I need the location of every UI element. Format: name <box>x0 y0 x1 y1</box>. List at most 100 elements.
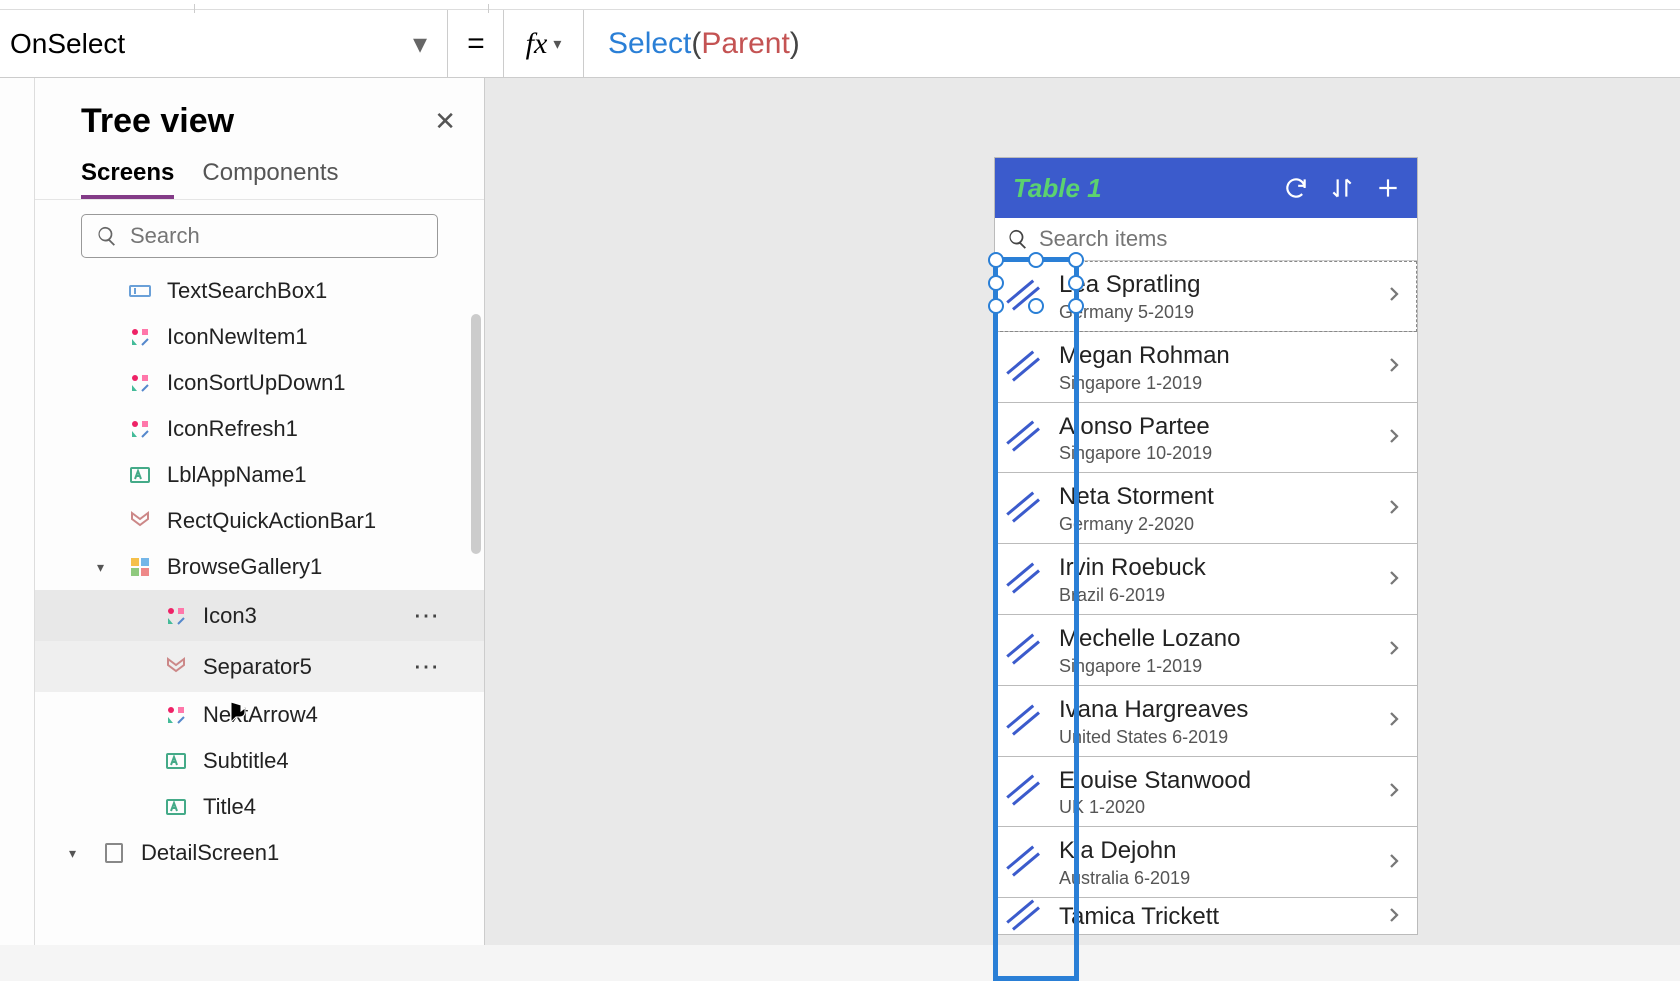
tree-list: TextSearchBox1 IconNewItem1 IconSortUpDown… <box>35 268 484 945</box>
icon-grp-icon <box>127 416 153 442</box>
item-title: Lea Spratling <box>1059 271 1369 300</box>
tree-item-label: Title4 <box>203 794 256 820</box>
refresh-icon[interactable] <box>1281 173 1311 203</box>
tree-item-icon3[interactable]: Icon3 ⋯ <box>35 590 484 641</box>
close-icon[interactable]: ✕ <box>434 106 456 137</box>
pencil-icon <box>1009 421 1043 455</box>
item-title: Neta Storment <box>1059 483 1369 512</box>
tree-item-label: IconNewItem1 <box>167 324 308 350</box>
tree-item-detailscreen1[interactable]: ▾ DetailScreen1 <box>35 830 484 876</box>
pencil-icon <box>1009 900 1043 934</box>
icon-grp-icon <box>127 324 153 350</box>
add-icon[interactable] <box>1373 173 1403 203</box>
chevron-right-icon <box>1385 639 1403 662</box>
gallery-item[interactable]: Mechelle LozanoSingapore 1-2019 <box>995 615 1417 686</box>
gallery-item[interactable]: Alonso ParteeSingapore 10-2019 <box>995 403 1417 474</box>
icon-grp-icon <box>127 370 153 396</box>
item-title: Ivana Hargreaves <box>1059 696 1369 725</box>
tree-item-separator5[interactable]: Separator5⋯ <box>35 641 484 692</box>
tree-item-label: Icon3 <box>203 603 257 629</box>
pencil-icon <box>1009 563 1043 597</box>
tree-item-title4[interactable]: Title4 <box>35 784 484 830</box>
label-icon <box>127 462 153 488</box>
pencil-icon <box>1009 705 1043 739</box>
chevron-down-icon[interactable]: ▾ <box>69 845 76 862</box>
tree-item-label: BrowseGallery1 <box>167 554 322 580</box>
gallery-icon <box>127 554 153 580</box>
browse-gallery: Lea SpratlingGermany 5-2019Megan RohmanS… <box>995 261 1417 934</box>
item-subtitle: Singapore 1-2019 <box>1059 656 1369 677</box>
chevron-right-icon <box>1385 906 1403 929</box>
gallery-item[interactable]: Elouise StanwoodUK 1-2020 <box>995 757 1417 828</box>
search-icon <box>96 225 118 247</box>
chevron-right-icon <box>1385 285 1403 308</box>
gallery-item[interactable]: Tamica Trickett <box>995 898 1417 934</box>
sort-icon[interactable] <box>1327 173 1357 203</box>
icon-grp-icon <box>163 702 189 728</box>
search-input[interactable] <box>130 223 423 249</box>
left-rail <box>0 78 35 945</box>
item-title: Elouise Stanwood <box>1059 767 1369 796</box>
tree-item-textsearchbox1[interactable]: TextSearchBox1 <box>35 268 484 314</box>
ribbon-tab-strip <box>0 0 1680 10</box>
tree-view-panel: Tree view ✕ Screens Components TextSearc… <box>35 78 485 945</box>
tree-item-iconnewitem1[interactable]: IconNewItem1 <box>35 314 484 360</box>
gallery-item[interactable]: Megan RohmanSingapore 1-2019 <box>995 332 1417 403</box>
tree-item-nextarrow4[interactable]: NextArrow4 <box>35 692 484 738</box>
chevron-down-icon: ▾ <box>413 27 427 60</box>
tree-item-label: IconSortUpDown1 <box>167 370 346 396</box>
text-input-icon <box>127 278 153 304</box>
gallery-item[interactable]: Irvin RoebuckBrazil 6-2019 <box>995 544 1417 615</box>
item-subtitle: United States 6-2019 <box>1059 727 1369 748</box>
chevron-right-icon <box>1385 710 1403 733</box>
tree-item-subtitle4[interactable]: Subtitle4 <box>35 738 484 784</box>
tab-components[interactable]: Components <box>202 159 338 199</box>
tree-item-label: DetailScreen1 <box>141 840 279 866</box>
tree-item-label: Subtitle4 <box>203 748 289 774</box>
item-subtitle: Brazil 6-2019 <box>1059 585 1369 606</box>
selection-handles[interactable] <box>990 254 1082 312</box>
tree-item-lblappname1[interactable]: LblAppName1 <box>35 452 484 498</box>
shape-icon <box>163 654 189 680</box>
app-header: Table 1 <box>995 158 1417 218</box>
tree-search-box[interactable] <box>81 214 438 258</box>
item-title: Megan Rohman <box>1059 342 1369 371</box>
pencil-icon <box>1009 846 1043 880</box>
label-icon <box>163 794 189 820</box>
tree-view-title: Tree view <box>81 102 234 141</box>
gallery-item[interactable]: Kia DejohnAustralia 6-2019 <box>995 827 1417 898</box>
gallery-item[interactable]: Neta StormentGermany 2-2020 <box>995 473 1417 544</box>
item-title: Tamica Trickett <box>1059 903 1369 932</box>
chevron-down-icon[interactable]: ▾ <box>97 559 104 576</box>
item-title: Kia Dejohn <box>1059 837 1369 866</box>
more-icon[interactable]: ⋯ <box>413 651 440 682</box>
tree-item-iconsortupdown1[interactable]: IconSortUpDown1 <box>35 360 484 406</box>
tree-item-iconrefresh1[interactable]: IconRefresh1 <box>35 406 484 452</box>
tree-item-label: TextSearchBox1 <box>167 278 327 304</box>
tree-tabs: Screens Components <box>35 153 484 200</box>
formula-input[interactable]: Select(Parent) <box>584 10 1680 77</box>
property-selector[interactable]: OnSelect ▾ <box>0 10 448 77</box>
item-subtitle: Germany 2-2020 <box>1059 514 1369 535</box>
item-subtitle: Germany 5-2019 <box>1059 302 1369 323</box>
search-icon <box>1007 228 1029 250</box>
tab-screens[interactable]: Screens <box>81 159 174 199</box>
app-search-input[interactable] <box>1039 226 1405 252</box>
more-icon[interactable]: ⋯ <box>413 600 440 631</box>
fx-button[interactable]: fx ▾ <box>504 10 584 77</box>
chevron-right-icon <box>1385 852 1403 875</box>
item-subtitle: Singapore 10-2019 <box>1059 443 1369 464</box>
item-title: Mechelle Lozano <box>1059 625 1369 654</box>
shape-icon <box>127 508 153 534</box>
tree-item-browsegallery1[interactable]: ▾ BrowseGallery1 <box>35 544 484 590</box>
tree-item-label: LblAppName1 <box>167 462 306 488</box>
chevron-right-icon <box>1385 569 1403 592</box>
fx-icon: fx <box>526 27 548 61</box>
chevron-right-icon <box>1385 781 1403 804</box>
item-subtitle: UK 1-2020 <box>1059 797 1369 818</box>
formula-bar: OnSelect ▾ = fx ▾ Select(Parent) <box>0 10 1680 78</box>
pencil-icon <box>1009 634 1043 668</box>
gallery-item[interactable]: Ivana HargreavesUnited States 6-2019 <box>995 686 1417 757</box>
tree-item-rectquickactionbar1[interactable]: RectQuickActionBar1 <box>35 498 484 544</box>
tree-item-label: RectQuickActionBar1 <box>167 508 376 534</box>
